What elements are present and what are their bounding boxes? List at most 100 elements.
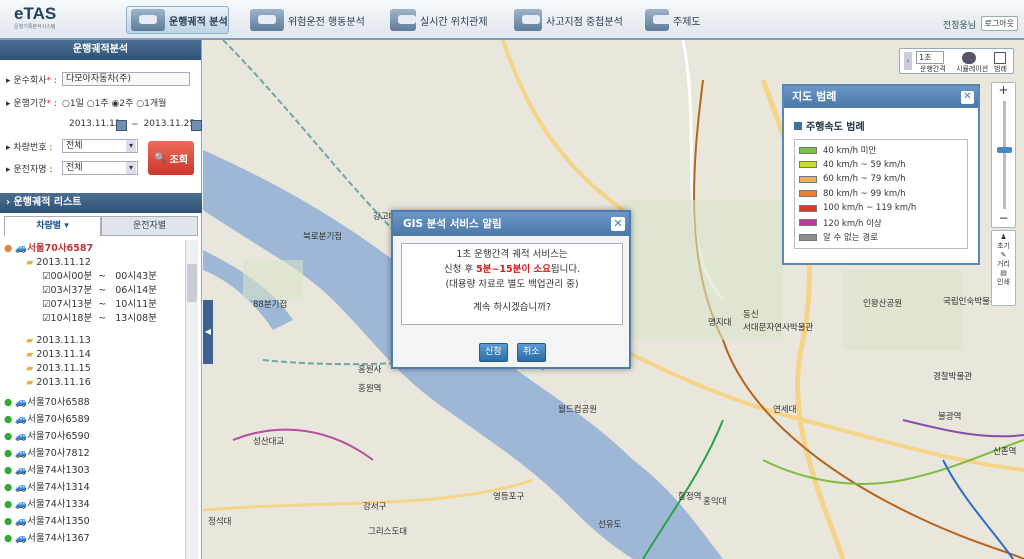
expand-icon: ● bbox=[4, 243, 13, 254]
date-separator: ~ bbox=[131, 120, 139, 130]
map-tools: ♟ 초기 ✎ 거리 ▤ 인쇄 bbox=[991, 230, 1016, 306]
simulation-icon[interactable] bbox=[962, 52, 976, 64]
logout-button[interactable]: 로그아웃 bbox=[980, 16, 1018, 31]
period-row: ▸ 운행기간* : ○1일 ○1주 ◉2주 ○1개월 bbox=[6, 96, 166, 109]
tree-date-item[interactable]: ▰ 2013.11.13 bbox=[26, 334, 91, 348]
nav-track-analysis[interactable]: 운행궤적 분석 bbox=[126, 6, 229, 34]
car-icon bbox=[250, 9, 284, 31]
tree-date-item[interactable]: ▰ 2013.11.15 bbox=[26, 362, 91, 376]
print-icon: ▤ bbox=[1000, 269, 1007, 277]
period-radio-2w[interactable]: ◉2주 bbox=[112, 96, 134, 109]
legend-item: 100 km/h ~ 119 km/h bbox=[799, 201, 963, 216]
close-icon[interactable]: ✕ bbox=[611, 217, 625, 231]
simulation-label[interactable]: 시뮬레이션 bbox=[956, 64, 988, 74]
search-button[interactable]: 🔍 조회 bbox=[148, 141, 194, 175]
company-field[interactable]: 다모아자동차(주) bbox=[62, 72, 190, 86]
tree-date-open[interactable]: ▰ 2013.11.12 bbox=[26, 256, 91, 270]
map-place-label: 성산대교 bbox=[253, 437, 285, 447]
tree-trip-item[interactable]: ☑03시37분 ~ 06시14분 bbox=[42, 284, 157, 298]
tab-by-driver[interactable]: 운전자별 bbox=[101, 216, 198, 236]
tree-scrollbar[interactable] bbox=[185, 240, 198, 559]
car-icon: 🚙 bbox=[15, 499, 28, 510]
folder-icon: ▰ bbox=[26, 335, 34, 346]
list-tabs: 차량별 ▾ 운전자별 bbox=[4, 216, 198, 236]
checkbox-icon[interactable]: ☑ bbox=[42, 271, 51, 282]
tree-vehicle-item[interactable]: ● 🚙서울74사1314 bbox=[4, 481, 90, 495]
tree-date-item[interactable]: ▰ 2013.11.16 bbox=[26, 376, 91, 390]
calendar-icon[interactable] bbox=[190, 119, 202, 131]
legend-item: 80 km/h ~ 99 km/h bbox=[799, 187, 963, 202]
dialog-title: GIS 분석 서비스 알림 bbox=[393, 212, 629, 236]
distance-tool[interactable]: ✎ 거리 bbox=[992, 251, 1015, 269]
app-logo[interactable]: eTAS 운행기록분석시스템 bbox=[14, 4, 56, 30]
search-icon: 🔍 bbox=[154, 152, 167, 164]
company-row: ▸ 운수회사* : 다모아자동차(주) bbox=[6, 72, 190, 86]
vehicle-row: ▸ 차량번호 : 전체 bbox=[6, 139, 138, 153]
map-place-label: 인왕산공원 bbox=[863, 299, 903, 309]
expand-icon: ● bbox=[4, 414, 13, 425]
vehicle-label: ▸ 차량번호 : bbox=[6, 142, 53, 153]
cancel-button[interactable]: 취소 bbox=[517, 343, 546, 362]
tree-vehicle-item[interactable]: ● 🚙서울70사7812 bbox=[4, 447, 90, 461]
nav-accident-overlay[interactable]: 사고지점 중첩분석 bbox=[514, 6, 623, 34]
tree-vehicle-root[interactable]: ● 🚙서울70사6587 bbox=[4, 242, 93, 256]
nav-risk-driving-analysis[interactable]: 위험운전 행동분석 bbox=[250, 6, 365, 34]
tree-vehicle-item[interactable]: ● 🚙서울70사6588 bbox=[4, 396, 90, 410]
tree-vehicle-item[interactable]: ● 🚙서울74사1334 bbox=[4, 498, 90, 512]
zoom-in-button[interactable]: + bbox=[992, 83, 1015, 97]
legend-swatch bbox=[799, 190, 817, 198]
close-icon[interactable]: ✕ bbox=[961, 91, 974, 104]
expand-icon: ● bbox=[4, 448, 13, 459]
date-to-field[interactable]: 2013.11.25 bbox=[141, 118, 196, 132]
legend-swatch bbox=[799, 161, 817, 169]
tree-date-item[interactable]: ▰ 2013.11.14 bbox=[26, 348, 91, 362]
folder-open-icon: ▰ bbox=[26, 257, 34, 268]
interval-select[interactable]: 1초 bbox=[916, 51, 945, 64]
nav-label: 운행궤적 분석 bbox=[169, 16, 228, 28]
period-radio-1d[interactable]: ○1일 bbox=[62, 96, 84, 109]
tree-vehicle-item[interactable]: ● 🚙서울74사1350 bbox=[4, 515, 90, 529]
legend-swatch bbox=[799, 233, 817, 241]
map-place-label: 합정역 bbox=[678, 492, 702, 502]
zoom-out-button[interactable]: − bbox=[992, 211, 1015, 225]
legend-swatch bbox=[799, 204, 817, 212]
map-place-label: 불광역 bbox=[938, 412, 962, 422]
expand-icon: ● bbox=[4, 533, 13, 544]
car-icon: 🚙 bbox=[15, 431, 28, 442]
reset-tool[interactable]: ♟ 초기 bbox=[992, 233, 1015, 251]
panel-toggle-icon[interactable]: › bbox=[904, 52, 912, 70]
tree-vehicle-item[interactable]: ● 🚙서울70사6589 bbox=[4, 413, 90, 427]
map-place-label: 경찰박물관 bbox=[933, 372, 973, 382]
tree-trip-item[interactable]: ☑00시00분 ~ 00시43분 bbox=[42, 270, 157, 284]
calendar-icon[interactable] bbox=[116, 119, 127, 131]
legend-icon[interactable] bbox=[994, 52, 1006, 64]
apply-button[interactable]: 신청 bbox=[479, 343, 508, 362]
nav-realtime-location[interactable]: 실시간 위치관제 bbox=[390, 6, 488, 34]
tree-vehicle-item[interactable]: ● 🚙서울74사1303 bbox=[4, 464, 90, 478]
expand-icon: ● bbox=[4, 516, 13, 527]
nav-thematic-map[interactable]: 주제도 bbox=[645, 6, 701, 34]
map-place-label: 북로분기점 bbox=[303, 232, 343, 242]
tree-trip-item[interactable]: ☑10시18분 ~ 13시08분 bbox=[42, 312, 157, 326]
tree-trip-item[interactable]: ☑07시13분 ~ 10시11분 bbox=[42, 298, 157, 312]
tab-by-vehicle[interactable]: 차량별 ▾ bbox=[4, 216, 101, 236]
zoom-slider-handle[interactable] bbox=[997, 147, 1012, 153]
date-from-field[interactable]: 2013.11.12 bbox=[66, 118, 121, 132]
scroll-thumb[interactable] bbox=[187, 264, 197, 302]
checkbox-icon[interactable]: ☑ bbox=[42, 285, 51, 296]
checkbox-icon[interactable]: ☑ bbox=[42, 299, 51, 310]
map-place-label: 명지대 bbox=[708, 318, 732, 328]
legend-title: 지도 범례 bbox=[784, 86, 978, 108]
driver-select[interactable]: 전체 bbox=[62, 161, 138, 175]
tree-vehicle-item[interactable]: ● 🚙서울70사6590 bbox=[4, 430, 90, 444]
period-label: ▸ 운행기간* : bbox=[6, 99, 57, 109]
checkbox-icon[interactable]: ☑ bbox=[42, 313, 51, 324]
tree-vehicle-item[interactable]: ● 🚙서울74사1367 bbox=[4, 532, 90, 546]
zoom-control: + − bbox=[991, 82, 1016, 228]
collapse-sidebar-button[interactable]: ◀ bbox=[203, 300, 213, 364]
legend-button-label[interactable]: 범례 bbox=[994, 64, 1007, 74]
period-radio-1m[interactable]: ○1개월 bbox=[136, 96, 166, 109]
print-tool[interactable]: ▤ 인쇄 bbox=[992, 269, 1015, 287]
period-radio-1w[interactable]: ○1주 bbox=[87, 96, 109, 109]
vehicle-select[interactable]: 전체 bbox=[62, 139, 138, 153]
